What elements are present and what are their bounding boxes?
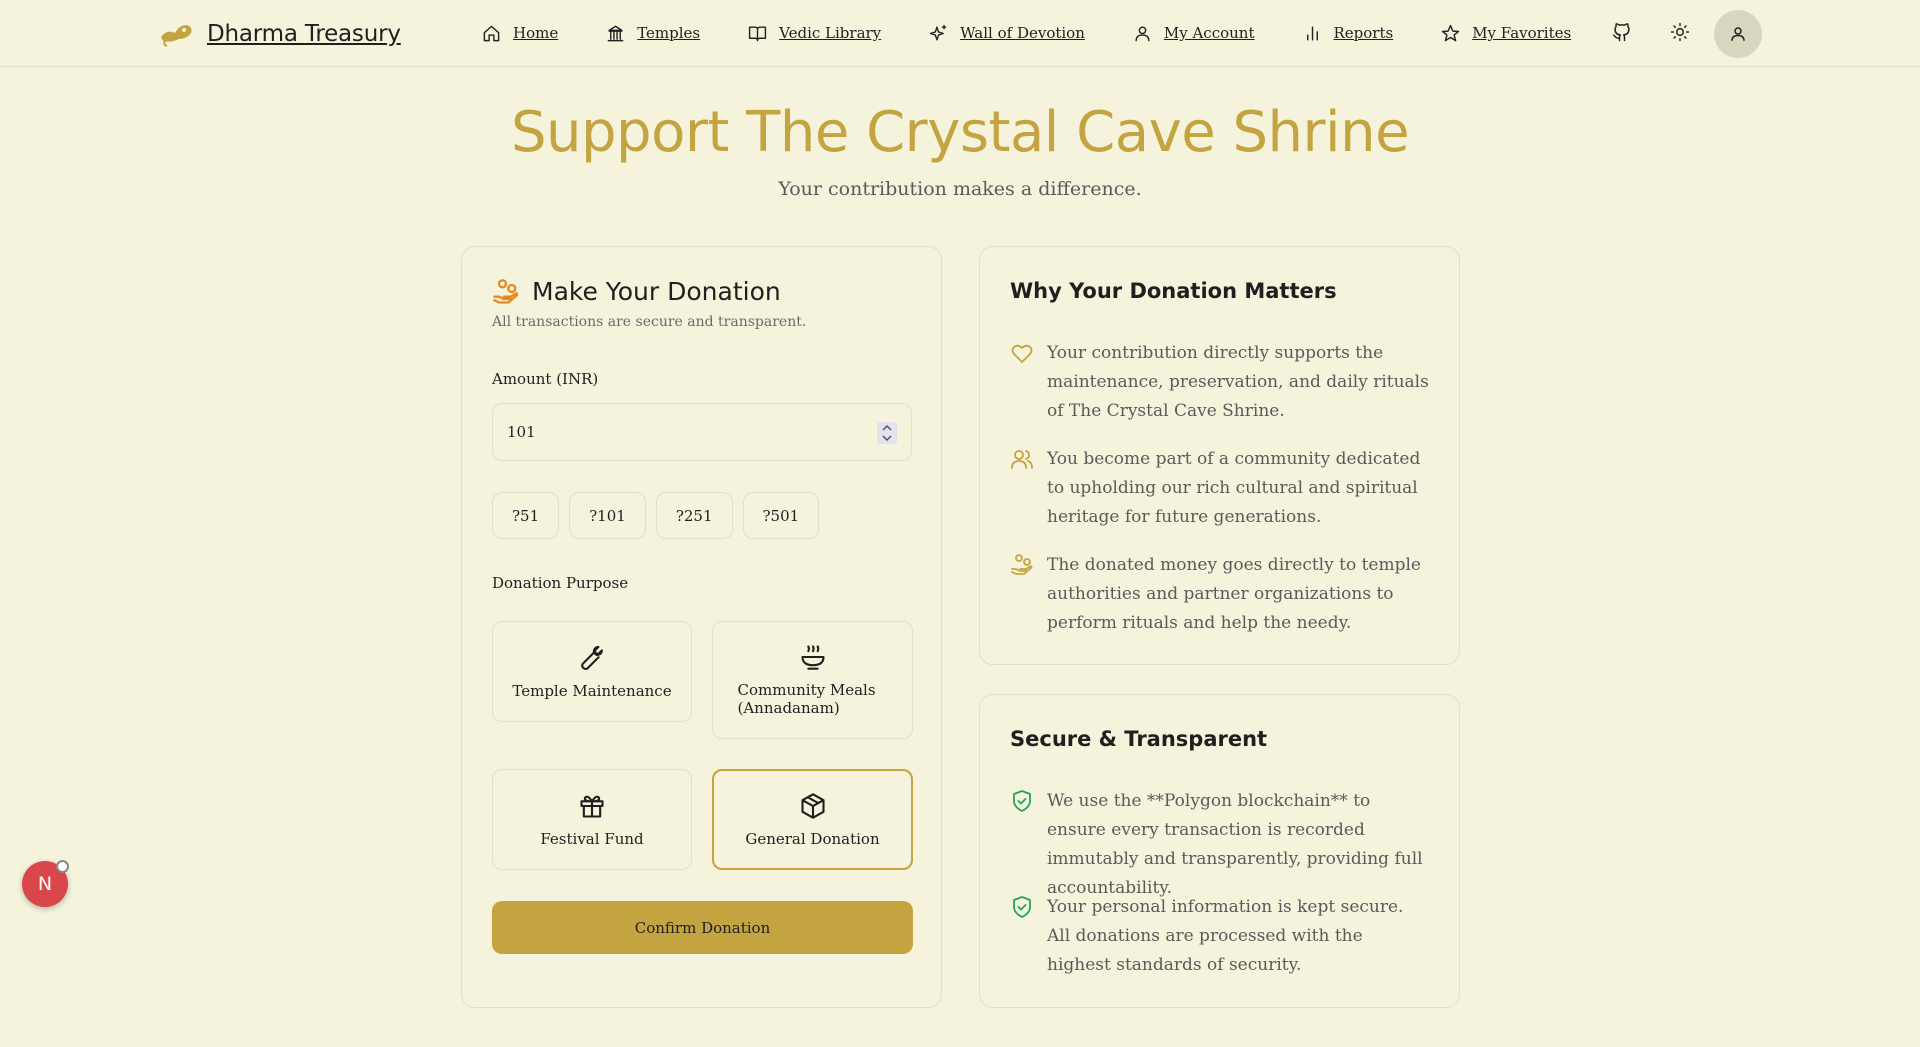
why-point-text: Your contribution directly supports the … <box>1047 343 1429 421</box>
brand-logo-icon <box>161 25 192 47</box>
donation-purpose-label: Donation Purpose <box>492 574 629 592</box>
book-icon <box>749 25 767 41</box>
wrench-icon <box>581 645 603 670</box>
purpose-community-meals[interactable]: Community Meals (Annadanam) <box>712 621 913 739</box>
nav-vedic-library[interactable]: Vedic Library <box>748 24 881 43</box>
secure-point: Your personal information is kept secure… <box>1010 893 1430 980</box>
secure-card-title: Secure & Transparent <box>1010 727 1268 751</box>
donation-card-title: Make Your Donation <box>532 277 781 306</box>
main-nav: Home Temples Vedic Library Wall of Devot… <box>482 17 1619 49</box>
why-point-text: You become part of a community dedicated… <box>1047 449 1421 527</box>
amount-stepper[interactable] <box>877 422 897 444</box>
purpose-festival-fund-label: Festival Fund <box>540 829 644 848</box>
brand-name: Dharma Treasury <box>207 21 401 47</box>
theme-toggle-button[interactable] <box>1670 22 1694 46</box>
nav-home[interactable]: Home <box>482 24 558 43</box>
nav-my-favorites[interactable]: My Favorites <box>1441 24 1571 43</box>
hand-coins-icon <box>1011 554 1033 575</box>
meal-bowl-icon <box>800 645 825 670</box>
purpose-temple-maintenance-label: Temple Maintenance <box>512 681 672 700</box>
purpose-general-donation[interactable]: General Donation <box>712 769 913 870</box>
donation-card-subtitle: All transactions are secure and transpar… <box>492 314 807 330</box>
nav-my-account[interactable]: My Account <box>1133 24 1255 43</box>
quick-amount-51-button[interactable]: ?51 <box>492 492 560 539</box>
why-point: The donated money goes directly to templ… <box>1010 551 1430 638</box>
bar-chart-icon <box>1306 25 1318 41</box>
purpose-general-donation-label: General Donation <box>745 829 880 848</box>
gift-icon <box>580 795 604 818</box>
nav-temples-label: Temples <box>637 24 701 42</box>
purpose-community-meals-label: Community Meals (Annadanam) <box>737 681 876 717</box>
donation-card-header: Make Your Donation <box>492 277 781 306</box>
github-icon <box>1612 23 1630 42</box>
amount-input-value: 101 <box>507 423 536 441</box>
quick-amount-501-button[interactable]: ?501 <box>742 492 820 539</box>
hand-coins-icon <box>493 278 519 304</box>
home-icon <box>483 25 500 41</box>
donation-form-card: Make Your Donation All transactions are … <box>461 246 942 1008</box>
nav-wall-of-devotion-label: Wall of Devotion <box>960 24 1085 42</box>
purpose-temple-maintenance[interactable]: Temple Maintenance <box>492 621 692 722</box>
profile-avatar-button[interactable] <box>1714 10 1762 58</box>
why-point: You become part of a community dedicated… <box>1010 445 1430 532</box>
why-point: Your contribution directly supports the … <box>1010 339 1430 426</box>
user-icon <box>1731 27 1745 41</box>
nav-reports-label: Reports <box>1333 24 1394 42</box>
nav-my-account-label: My Account <box>1163 24 1255 42</box>
page-subtitle: Your contribution makes a difference. <box>778 178 1142 200</box>
quick-amount-101-button[interactable]: ?101 <box>569 492 646 539</box>
notification-dot <box>56 860 69 873</box>
nav-reports[interactable]: Reports <box>1303 24 1394 43</box>
top-navigation-bar: Dharma Treasury Home Temples Vedic Libra… <box>0 0 1920 67</box>
github-button[interactable] <box>1612 22 1636 46</box>
users-icon <box>1011 450 1033 469</box>
sparkles-icon <box>930 24 947 41</box>
quick-amount-251-button[interactable]: ?251 <box>655 492 733 539</box>
nav-vedic-library-label: Vedic Library <box>779 24 882 42</box>
why-donation-matters-card: Why Your Donation Matters Your contribut… <box>979 246 1460 665</box>
confirm-donation-button[interactable]: Confirm Donation <box>492 901 913 954</box>
brand-link[interactable]: Dharma Treasury <box>157 12 401 56</box>
sun-icon <box>1670 22 1690 42</box>
nav-temples[interactable]: Temples <box>606 24 700 43</box>
star-icon <box>1442 24 1460 41</box>
amount-input[interactable]: 101 <box>492 403 912 461</box>
stepper-arrows-icon <box>882 424 892 442</box>
purpose-festival-fund[interactable]: Festival Fund <box>492 769 692 870</box>
shield-check-icon <box>1013 896 1031 918</box>
user-icon <box>1135 25 1150 41</box>
nav-home-label: Home <box>513 24 559 42</box>
temple-icon <box>607 25 624 41</box>
secure-point-text: We use the **Polygon blockchain** to ens… <box>1047 791 1423 898</box>
nav-my-favorites-label: My Favorites <box>1472 24 1572 42</box>
package-icon <box>800 792 825 819</box>
page-title: Support The Crystal Cave Shrine <box>510 100 1410 165</box>
shield-check-icon <box>1013 790 1031 812</box>
secure-point-text: Your personal information is kept secure… <box>1047 897 1404 975</box>
why-point-text: The donated money goes directly to templ… <box>1047 555 1421 633</box>
amount-label: Amount (INR) <box>492 370 599 388</box>
secure-transparent-card: Secure & Transparent We use the **Polygo… <box>979 694 1460 1008</box>
nav-wall-of-devotion[interactable]: Wall of Devotion <box>929 24 1085 43</box>
why-card-title: Why Your Donation Matters <box>1010 279 1337 303</box>
quick-amount-row: ?51 ?101 ?251 ?501 <box>492 492 820 539</box>
heart-icon <box>1011 344 1033 363</box>
secure-point: We use the **Polygon blockchain** to ens… <box>1010 787 1430 903</box>
